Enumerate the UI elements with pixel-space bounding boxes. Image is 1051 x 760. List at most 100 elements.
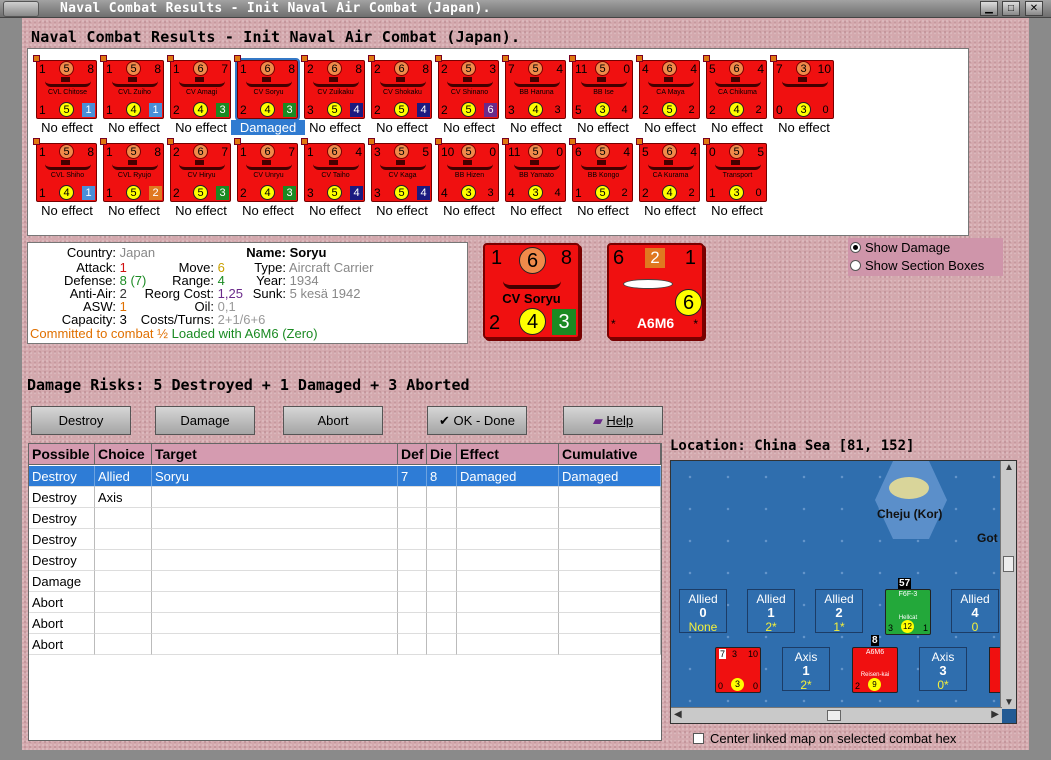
column-header-choice[interactable]: Choice [95,444,152,465]
table-cell-target[interactable] [152,508,398,529]
close-icon[interactable]: ✕ [1025,1,1043,16]
table-cell-die[interactable]: 8 [427,466,457,487]
unit-counter-cell[interactable]: 1 5 8 CVL Chitose 1 5 1 No effect [30,51,97,135]
unit-counter-cell[interactable]: 1 6 4 CV Taiho 3 5 4 No effect [298,134,365,218]
scroll-left-icon[interactable]: ◀ [674,709,682,720]
table-cell-choice[interactable]: Axis [95,487,152,508]
table-cell-effect[interactable] [457,508,559,529]
table-cell-effect[interactable] [457,529,559,550]
table-cell-def[interactable] [398,592,427,613]
abort-button[interactable]: Abort [283,406,383,435]
table-cell-cumulative[interactable] [559,529,661,550]
table-cell-die[interactable] [427,508,457,529]
table-cell-target[interactable] [152,529,398,550]
table-cell-choice[interactable] [95,529,152,550]
unit-counter[interactable]: 10 5 0 BB Hizen 4 3 3 [435,138,499,202]
table-cell-choice[interactable] [95,592,152,613]
table-cell-effect[interactable] [457,571,559,592]
ok-done-button[interactable]: ✔ OK - Done [427,406,527,435]
allied-section-box[interactable]: Allied 2 1* [815,589,863,634]
table-cell-possible[interactable]: Destroy [29,487,95,508]
column-header-possible[interactable]: Possible [29,444,95,465]
axis-ship-counter[interactable]: 7 3 10 0 3 0 [715,647,761,693]
table-cell-die[interactable] [427,529,457,550]
unit-counter-cell[interactable]: 1 6 7 CV Amagi 2 4 3 No effect [164,51,231,135]
unit-counter-cell[interactable]: 2 6 8 CV Zuikaku 3 5 4 No effect [298,51,365,135]
unit-counter[interactable]: 7 3 10 0 3 0 [770,55,834,119]
scroll-right-icon[interactable]: ▶ [991,709,999,720]
window-menu-icon[interactable] [3,1,39,17]
unit-counter-cell[interactable]: 6 5 4 BB Kongo 1 5 2 No effect [566,134,633,218]
allied-section-box[interactable]: Allied 4 0 [951,589,999,634]
maximize-icon[interactable]: □ [1002,1,1020,16]
help-button[interactable]: ▰ Help [563,406,663,435]
allied-section-box[interactable]: Allied 1 2* [747,589,795,634]
unit-counter-cell[interactable]: 1 6 7 CV Unryu 2 4 3 No effect [231,134,298,218]
unit-counter-cell[interactable]: 2 5 3 CV Shinano 2 5 6 No effect [432,51,499,135]
table-cell-die[interactable] [427,550,457,571]
table-cell-cumulative[interactable] [559,592,661,613]
table-cell-cumulative[interactable]: Damaged [559,466,661,487]
unit-counter-cell[interactable]: 11 5 0 BB Ise 5 3 4 No effect [566,51,633,135]
unit-counter-cell[interactable]: 1 5 8 CVL Shiho 1 4 1 No effect [30,134,97,218]
unit-counter-cell[interactable]: 5 6 4 CA Kurama 2 4 2 No effect [633,134,700,218]
unit-counter[interactable]: 6 5 4 BB Kongo 1 5 2 [569,138,633,202]
column-header-def[interactable]: Def [398,444,427,465]
table-cell-target[interactable] [152,550,398,571]
unit-counter-cell[interactable]: 7 3 10 0 3 0 No effect [767,51,834,135]
table-cell-cumulative[interactable] [559,487,661,508]
map-vertical-scrollbar[interactable]: ▲ ▼ [1000,461,1016,709]
unit-counter[interactable]: 2 6 8 CV Shokaku 2 5 4 [368,55,432,119]
table-cell-target[interactable] [152,592,398,613]
table-cell-choice[interactable]: Allied [95,466,152,487]
linked-map-view[interactable]: Cheju (Kor) Got Allied 0 None Allied 1 2* Alli… [670,460,1017,724]
unit-counter[interactable]: 11 5 0 BB Ise 5 3 4 [569,55,633,119]
table-cell-choice[interactable] [95,571,152,592]
table-cell-die[interactable] [427,487,457,508]
unit-counter[interactable]: 0 5 5 Transport 1 3 0 [703,138,767,202]
unit-counter-cell[interactable]: 10 5 0 BB Hizen 4 3 3 No effect [432,134,499,218]
allied-section-box[interactable]: Allied 0 None [679,589,727,634]
unit-counter-cell[interactable]: 1 5 8 CVL Ryujo 1 5 2 No effect [97,134,164,218]
table-cell-def[interactable] [398,550,427,571]
unit-counter[interactable]: 1 5 8 CVL Chitose 1 5 1 [33,55,97,119]
horizontal-scroll-thumb[interactable] [827,710,841,721]
table-cell-possible[interactable]: Abort [29,613,95,634]
table-cell-possible[interactable]: Abort [29,592,95,613]
unit-counter-cell[interactable]: 11 5 0 BB Yamato 4 3 4 No effect [499,134,566,218]
unit-counter[interactable]: 1 5 8 CVL Shiho 1 4 1 [33,138,97,202]
scroll-down-icon[interactable]: ▼ [1004,697,1014,708]
unit-counter[interactable]: 1 6 7 CV Unryu 2 4 3 [234,138,298,202]
table-cell-cumulative[interactable] [559,634,661,655]
table-cell-die[interactable] [427,571,457,592]
table-cell-def[interactable] [398,613,427,634]
table-cell-possible[interactable]: Destroy [29,508,95,529]
table-cell-target[interactable]: Soryu [152,466,398,487]
table-cell-effect[interactable] [457,487,559,508]
table-cell-def[interactable] [398,508,427,529]
map-horizontal-scrollbar[interactable]: ◀ ▶ [671,707,1002,723]
table-cell-cumulative[interactable] [559,550,661,571]
unit-counter[interactable]: 1 6 4 CV Taiho 3 5 4 [301,138,365,202]
vertical-scroll-thumb[interactable] [1003,556,1014,572]
checkbox-box[interactable] [693,733,704,744]
damage-button[interactable]: Damage [155,406,255,435]
axis-aircraft-counter[interactable]: 8 A6M6 Reisen-kai 2 9 [852,635,898,693]
table-cell-die[interactable] [427,592,457,613]
unit-counter-cell[interactable]: 1 6 8 CV Soryu 2 4 3 Damaged [231,51,305,135]
table-cell-possible[interactable]: Destroy [29,466,95,487]
table-cell-cumulative[interactable] [559,613,661,634]
table-cell-effect[interactable] [457,592,559,613]
unit-counter[interactable]: 1 6 7 CV Amagi 2 4 3 [167,55,231,119]
table-cell-target[interactable] [152,613,398,634]
table-cell-def[interactable] [398,529,427,550]
column-header-cumulative[interactable]: Cumulative [559,444,661,465]
center-map-checkbox[interactable]: Center linked map on selected combat hex [693,731,956,746]
table-cell-def[interactable]: 7 [398,466,427,487]
unit-counter-cell[interactable]: 0 5 5 Transport 1 3 0 No effect [700,134,767,218]
column-header-target[interactable]: Target [152,444,398,465]
table-cell-effect[interactable] [457,634,559,655]
table-cell-cumulative[interactable] [559,508,661,529]
unit-counter-cell[interactable]: 2 6 8 CV Shokaku 2 5 4 No effect [365,51,432,135]
table-cell-def[interactable] [398,634,427,655]
